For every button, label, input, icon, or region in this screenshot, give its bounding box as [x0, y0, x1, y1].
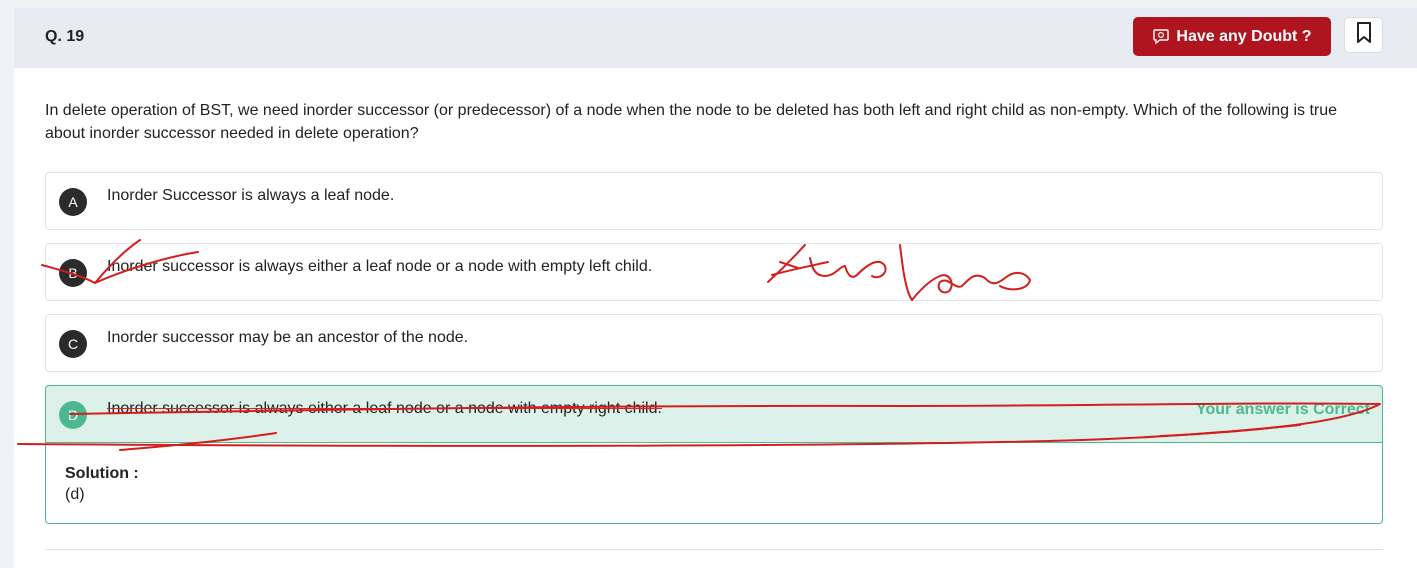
option-a-badge: A: [59, 188, 87, 216]
option-c[interactable]: C Inorder successor may be an ancestor o…: [45, 314, 1383, 372]
option-a-text: Inorder Successor is always a leaf node.: [107, 187, 395, 204]
solution-title: Solution :: [65, 465, 139, 482]
question-text: In delete operation of BST, we need inor…: [45, 102, 1338, 142]
option-b[interactable]: B Inorder successor is always either a l…: [45, 243, 1383, 301]
have-any-doubt-label: Have any Doubt ?: [1176, 27, 1312, 45]
divider: [45, 549, 1383, 550]
option-c-badge: C: [59, 330, 87, 358]
option-d-selected[interactable]: D Inorder successor is always either a l…: [45, 385, 1383, 442]
question-number: Q. 19: [45, 28, 85, 45]
have-any-doubt-button[interactable]: Have any Doubt ?: [1133, 17, 1331, 56]
option-c-text: Inorder successor may be an ancestor of …: [107, 329, 469, 346]
question-card: Q. 19 Have any Doubt ? In delete operati…: [14, 8, 1417, 568]
chat-bubble-icon: [1152, 28, 1170, 46]
solution-body: (d): [65, 486, 85, 503]
bookmark-icon: [1356, 21, 1372, 49]
option-d-badge: D: [59, 401, 87, 429]
solution-box: Solution : (d): [45, 442, 1383, 524]
option-b-text: Inorder successor is always either a lea…: [107, 258, 653, 275]
option-b-badge: B: [59, 259, 87, 287]
option-d-text: Inorder successor is always either a lea…: [107, 400, 662, 417]
bookmark-button[interactable]: [1344, 17, 1383, 53]
question-header: Q. 19 Have any Doubt ?: [14, 8, 1417, 68]
answer-correct-label: Your answer is Correct: [1196, 401, 1370, 418]
option-a[interactable]: A Inorder Successor is always a leaf nod…: [45, 172, 1383, 230]
